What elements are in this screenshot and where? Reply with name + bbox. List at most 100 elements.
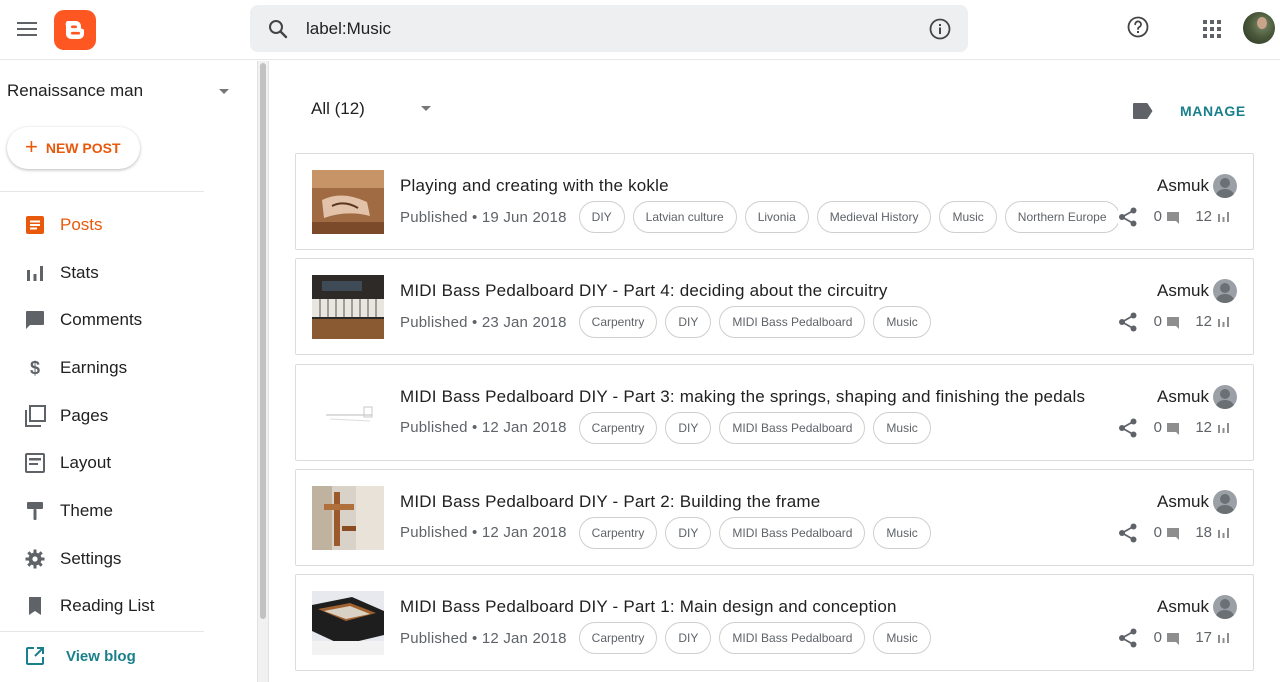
post-title[interactable]: MIDI Bass Pedalboard DIY - Part 4: decid… xyxy=(400,281,888,301)
author-avatar xyxy=(1213,174,1237,198)
info-icon[interactable] xyxy=(928,17,952,41)
sidebar-item-posts[interactable]: Posts xyxy=(0,201,204,249)
label-chip[interactable]: DIY xyxy=(578,201,625,233)
view-count[interactable]: 12 xyxy=(1195,419,1229,436)
label-chip[interactable]: Northern Europe xyxy=(1004,201,1118,233)
blog-selector[interactable]: Renaissance man xyxy=(7,81,237,101)
sidebar-item-pages[interactable]: Pages xyxy=(0,392,204,440)
sidebar-scrollbar[interactable] xyxy=(257,61,269,682)
sidebar-item-comments[interactable]: Comments xyxy=(0,296,204,344)
label-chip[interactable]: MIDI Bass Pedalboard xyxy=(719,622,866,655)
sidebar-item-settings[interactable]: Settings xyxy=(0,535,204,583)
label-chip[interactable]: Music xyxy=(939,201,997,233)
post-thumbnail[interactable] xyxy=(312,591,384,656)
post-title[interactable]: MIDI Bass Pedalboard DIY - Part 1: Main … xyxy=(400,597,897,617)
post-row[interactable]: MIDI Bass Pedalboard DIY - Part 3: makin… xyxy=(295,363,1254,461)
label-chip[interactable]: DIY xyxy=(665,306,712,339)
post-thumbnail[interactable] xyxy=(312,170,384,234)
sidebar-item-label: Stats xyxy=(60,262,99,282)
post-thumbnail[interactable] xyxy=(312,380,384,445)
menu-icon[interactable] xyxy=(14,16,40,42)
label-chip[interactable]: Latvian culture xyxy=(632,201,737,233)
published-date: Published • 12 Jan 2018 xyxy=(400,419,567,437)
comment-count[interactable]: 0 xyxy=(1154,419,1179,436)
comment-count-value: 0 xyxy=(1153,208,1162,225)
search-icon[interactable] xyxy=(266,17,290,41)
label-chip[interactable]: Music xyxy=(873,411,931,444)
comment-count[interactable]: 0 xyxy=(1154,524,1179,541)
label-chip[interactable]: MIDI Bass Pedalboard xyxy=(719,411,866,444)
stats-icon xyxy=(1218,317,1229,328)
account-avatar[interactable] xyxy=(1243,12,1275,44)
label-chip[interactable]: Music xyxy=(873,306,931,339)
post-thumbnail[interactable] xyxy=(312,485,384,550)
post-meta: Published • 12 Jan 2018 Carpentry DIY MIDI… xyxy=(400,621,1118,655)
post-meta: Published • 12 Jan 2018 Carpentry DIY MIDI… xyxy=(400,516,1118,550)
comment-icon xyxy=(1167,527,1179,540)
comment-icon xyxy=(1167,633,1179,646)
sidebar-item-label: Posts xyxy=(60,214,103,234)
post-row[interactable]: Playing and creating with the kokle Publ… xyxy=(295,153,1254,250)
view-count[interactable]: 12 xyxy=(1195,313,1229,330)
label-chip[interactable]: DIY xyxy=(665,516,712,549)
comment-count[interactable]: 0 xyxy=(1154,208,1179,225)
divider xyxy=(0,631,204,632)
comments-icon xyxy=(24,309,46,331)
sidebar-item-theme[interactable]: Theme xyxy=(0,487,204,535)
help-icon[interactable] xyxy=(1126,15,1150,39)
blogger-logo-icon[interactable] xyxy=(54,10,96,50)
post-meta: Published • 23 Jan 2018 Carpentry DIY MIDI… xyxy=(400,305,1118,339)
author-name: Asmuk xyxy=(1157,491,1209,511)
sidebar-item-layout[interactable]: Layout xyxy=(0,439,204,487)
sidebar-item-stats[interactable]: Stats xyxy=(0,249,204,297)
new-post-button[interactable]: + NEW POST xyxy=(7,127,140,169)
label-icon[interactable] xyxy=(1132,102,1154,120)
author-avatar xyxy=(1213,384,1237,409)
plus-icon: + xyxy=(25,134,38,159)
view-count-value: 12 xyxy=(1195,418,1212,436)
search-input[interactable] xyxy=(306,5,906,52)
view-count-value: 12 xyxy=(1195,313,1212,331)
apps-grid-icon[interactable] xyxy=(1202,19,1222,39)
post-thumbnail[interactable] xyxy=(312,275,384,340)
manage-labels-button[interactable]: MANAGE xyxy=(1180,103,1246,119)
share-icon[interactable] xyxy=(1117,522,1139,544)
post-row[interactable]: MIDI Bass Pedalboard DIY - Part 2: Build… xyxy=(295,468,1254,566)
share-icon[interactable] xyxy=(1117,311,1139,333)
share-icon[interactable] xyxy=(1117,206,1139,228)
sidebar-item-earnings[interactable]: $ Earnings xyxy=(0,344,204,392)
comment-count[interactable]: 0 xyxy=(1154,313,1179,330)
label-chip[interactable]: Medieval History xyxy=(816,201,932,233)
label-chip[interactable]: Carpentry xyxy=(578,516,658,549)
published-date: Published • 12 Jan 2018 xyxy=(400,629,567,647)
view-count[interactable]: 12 xyxy=(1195,208,1229,225)
label-chip[interactable]: Livonia xyxy=(744,201,809,233)
label-chip[interactable]: DIY xyxy=(665,622,712,655)
view-count[interactable]: 18 xyxy=(1195,524,1229,541)
stats-icon xyxy=(1218,422,1229,433)
comment-count[interactable]: 0 xyxy=(1154,629,1179,646)
label-chip[interactable]: DIY xyxy=(665,411,712,444)
label-chip[interactable]: Carpentry xyxy=(578,411,658,444)
post-title[interactable]: Playing and creating with the kokle xyxy=(400,176,669,196)
post-filter-dropdown[interactable]: All (12) xyxy=(311,99,365,119)
sidebar-item-reading-list[interactable]: Reading List xyxy=(0,583,204,631)
label-chip[interactable]: MIDI Bass Pedalboard xyxy=(719,516,866,549)
share-icon[interactable] xyxy=(1117,627,1139,649)
label-chip[interactable]: Music xyxy=(873,516,931,549)
view-count[interactable]: 17 xyxy=(1195,629,1229,646)
post-title[interactable]: MIDI Bass Pedalboard DIY - Part 3: makin… xyxy=(400,387,1085,407)
post-title[interactable]: MIDI Bass Pedalboard DIY - Part 2: Build… xyxy=(400,492,820,512)
label-chip[interactable]: Carpentry xyxy=(578,306,658,339)
label-chip[interactable]: Carpentry xyxy=(578,622,658,655)
post-row[interactable]: MIDI Bass Pedalboard DIY - Part 1: Main … xyxy=(295,574,1254,672)
post-row[interactable]: MIDI Bass Pedalboard DIY - Part 4: decid… xyxy=(295,258,1254,356)
label-chip[interactable]: Music xyxy=(873,622,931,655)
posts-icon xyxy=(24,214,46,236)
scrollbar-thumb[interactable] xyxy=(260,63,266,619)
label-chip[interactable]: MIDI Bass Pedalboard xyxy=(719,306,866,339)
chevron-down-icon[interactable] xyxy=(421,106,431,111)
view-blog-link[interactable]: View blog xyxy=(24,645,136,667)
chevron-down-icon xyxy=(219,89,229,94)
share-icon[interactable] xyxy=(1117,417,1139,439)
